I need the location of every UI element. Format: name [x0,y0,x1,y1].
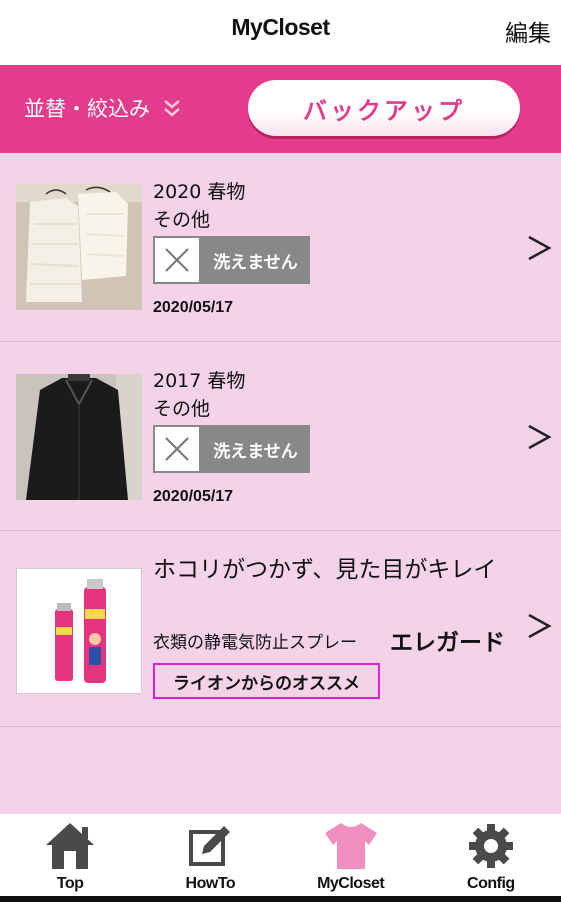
backup-button[interactable]: バックアップ [248,80,520,136]
toolbar: 並替・絞込み バックアップ [0,65,561,153]
page-title: MyCloset [231,14,330,40]
spray-cans-image [17,569,141,693]
bottom-divider [0,896,561,902]
item-date: 2020/05/17 [153,299,234,316]
chevron-right-icon[interactable] [525,422,553,452]
cross-icon [153,236,201,284]
cross-icon [153,425,201,473]
tab-label: Config [467,875,515,892]
wash-status-badge: 洗えません [153,236,310,284]
ad-subtext: 衣類の静電気防止スプレー [153,633,357,653]
ad-product-name: エレガード [390,630,505,656]
tab-config[interactable]: Config [421,814,561,896]
ad-headline: ホコリがつかず、見た目がキレイ [153,557,497,583]
ad-item[interactable]: ホコリがつかず、見た目がキレイ 衣類の静電気防止スプレー エレガード ライオンか… [0,531,561,727]
item-title: 2020 春物 [153,181,246,203]
sort-filter-label: 並替・絞込み [24,97,150,121]
tab-label: Top [56,875,84,892]
wash-status-label: 洗えません [213,441,298,462]
wash-status-label: 洗えません [213,252,298,273]
header-bar: MyCloset 編集 [0,0,561,62]
chevron-right-icon[interactable] [525,611,553,641]
tshirt-icon [323,819,379,873]
product-photo [16,568,142,694]
gear-icon [463,819,519,873]
sort-filter-button[interactable]: 並替・絞込み [24,93,182,123]
item-category: その他 [153,209,211,231]
white-blouses-image [16,184,142,310]
edit-icon [182,819,238,873]
chevron-right-icon[interactable] [525,233,553,263]
item-photo [16,184,142,310]
tab-mycloset[interactable]: MyCloset [281,814,421,896]
list-item[interactable]: 2020 春物 その他 洗えません 2020/05/17 [0,153,561,342]
edit-button[interactable]: 編集 [505,14,551,48]
wash-status-badge: 洗えません [153,425,310,473]
bottom-tab-bar: Top HowTo MyCloset Config [0,814,561,896]
closet-list: 2020 春物 その他 洗えません 2020/05/17 2017 春物 その他 [0,153,561,814]
double-chevron-down-icon [164,100,180,117]
tab-top[interactable]: Top [0,814,140,896]
black-jacket-image [16,374,142,500]
item-date: 2020/05/17 [153,488,234,505]
item-category: その他 [153,398,211,420]
tab-label: HowTo [185,875,236,892]
tab-howto[interactable]: HowTo [140,814,280,896]
list-item[interactable]: 2017 春物 その他 洗えません 2020/05/17 [0,342,561,531]
item-photo [16,374,142,500]
item-title: 2017 春物 [153,370,246,392]
promo-badge: ライオンからのオススメ [153,663,380,699]
tab-label: MyCloset [317,875,385,892]
house-icon [42,819,98,873]
